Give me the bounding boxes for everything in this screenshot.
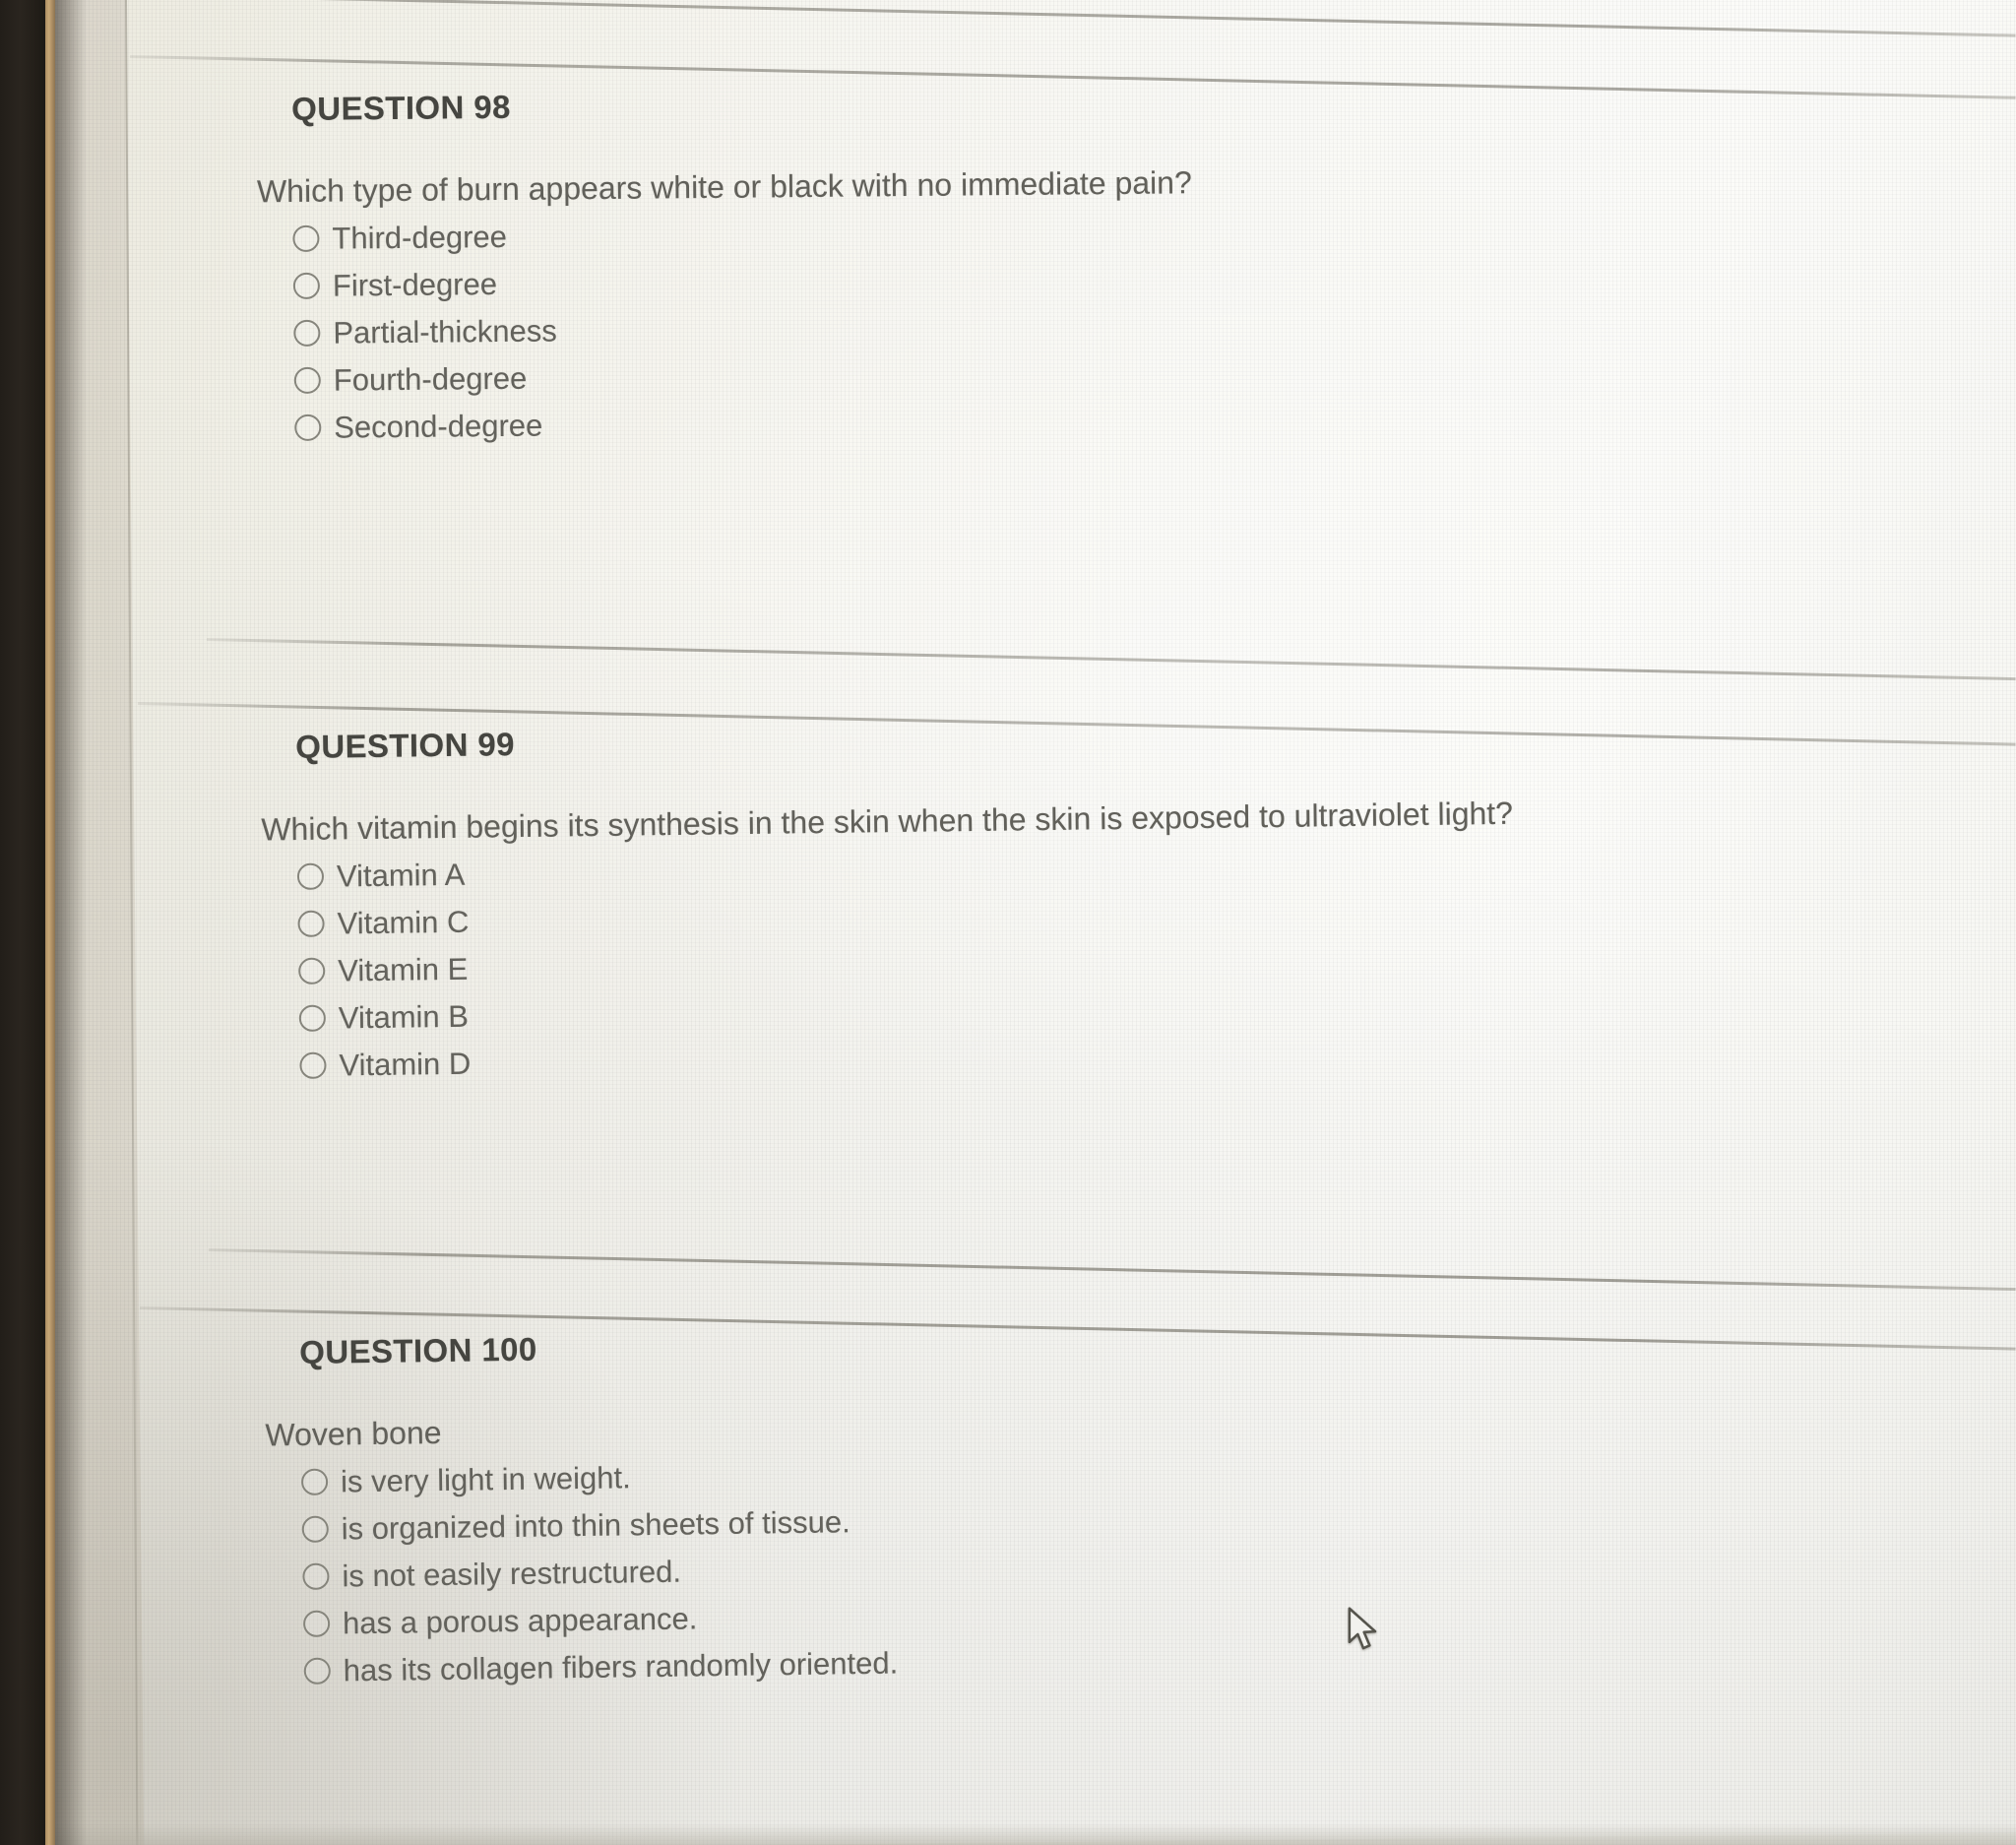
option-row[interactable]: Second-degree [294,396,1194,452]
radio-button-icon[interactable] [302,1610,331,1637]
radio-button-icon[interactable] [302,1562,330,1590]
radio-button-icon[interactable] [292,224,320,252]
question-block-99: QUESTION 99 Which vitamin begins its syn… [261,713,1517,1090]
option-row[interactable]: is organized into thin sheets of tissue. [301,1498,896,1554]
question-98-options: Third-degree First-degree Partial-thickn… [292,207,1194,452]
option-label: Vitamin A [336,857,466,894]
radio-button-icon[interactable] [296,862,325,890]
mouse-pointer-arrow-icon [1348,1607,1377,1650]
option-label: Second-degree [334,408,543,445]
question-98-title: QUESTION 98 [291,88,511,127]
question-99-options: Vitamin A Vitamin C Vitamin E Vitamin B … [296,838,1517,1090]
monitor-bezel [0,0,45,1845]
quiz-screenshot-photo: QUESTION 98 Which type of burn appears w… [0,0,2016,1845]
option-row[interactable]: Third-degree [292,207,1192,263]
option-row[interactable]: Fourth-degree [293,349,1194,405]
radio-button-icon[interactable] [301,1515,329,1543]
option-label: Vitamin C [337,904,470,941]
question-98-stem: Which type of burn appears white or blac… [256,164,1192,210]
option-label: Vitamin D [339,1046,472,1083]
option-label: Vitamin E [337,951,469,988]
radio-button-icon[interactable] [293,319,321,347]
radio-button-icon[interactable] [299,1051,327,1079]
question-100-options: is very light in weight. is organized in… [300,1451,899,1695]
radio-button-icon[interactable] [292,272,321,299]
option-label: is very light in weight. [340,1460,631,1499]
option-label: has its collagen fibers randomly oriente… [343,1645,899,1688]
radio-button-icon[interactable] [298,957,326,985]
bezel-shadow [53,0,87,1845]
question-block-98: QUESTION 98 Which type of burn appears w… [257,82,1194,452]
content-card-bottom-edge [53,1823,2016,1845]
option-label: Partial-thickness [333,313,557,350]
question-block-100: QUESTION 100 Woven bone is very light in… [265,1326,899,1695]
question-100-stem: Woven bone [265,1414,442,1453]
radio-button-icon[interactable] [293,366,321,394]
option-label: is not easily restructured. [342,1554,682,1594]
option-row[interactable]: is not easily restructured. [302,1546,897,1601]
radio-button-icon[interactable] [297,910,325,937]
option-row[interactable]: has its collagen fibers randomly oriente… [303,1640,898,1695]
radio-button-icon[interactable] [294,414,322,441]
option-label: Fourth-degree [333,360,528,398]
radio-button-icon[interactable] [298,1004,327,1032]
radio-button-icon[interactable] [303,1657,331,1685]
radio-button-icon[interactable] [300,1468,329,1495]
option-label: First-degree [332,267,498,303]
option-label: is organized into thin sheets of tissue. [341,1504,850,1547]
option-row[interactable]: First-degree [292,254,1193,310]
option-row[interactable]: is very light in weight. [300,1451,896,1506]
question-100-title: QUESTION 100 [299,1330,537,1370]
option-label: Vitamin B [338,998,470,1036]
option-row[interactable]: Partial-thickness [293,301,1193,357]
option-label: Third-degree [332,219,508,256]
option-row[interactable]: has a porous appearance. [302,1593,898,1648]
option-label: has a porous appearance. [342,1601,698,1641]
